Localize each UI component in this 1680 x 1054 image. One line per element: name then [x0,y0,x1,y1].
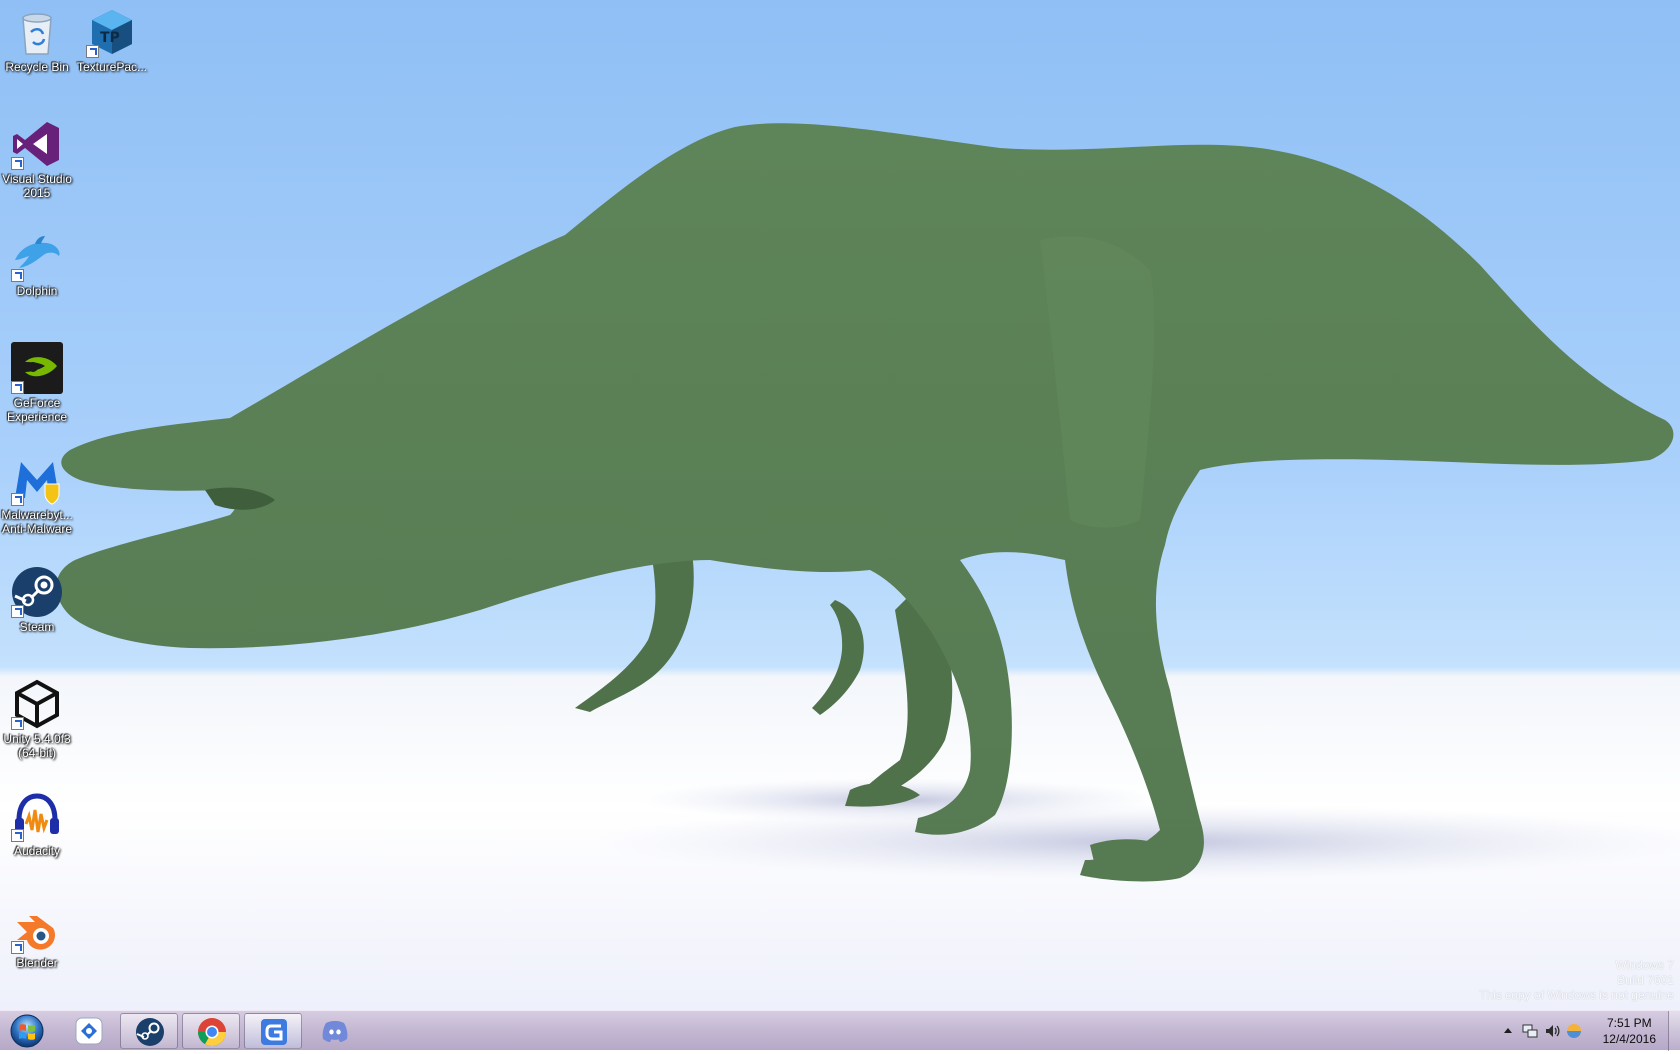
svg-text:TP: TP [100,30,120,46]
desktop-icon-blender[interactable]: Blender [0,902,74,970]
desktop-icon-visual-studio[interactable]: Visual Studio 2015 [0,118,74,200]
desktop-icon-label: Blender [16,956,58,970]
shortcut-arrow-icon [11,941,24,954]
desktop-icon-unity[interactable]: Unity 5.4.0f3 (64-bit) [0,678,74,760]
desktop-icon-audacity[interactable]: Audacity [0,790,74,858]
shortcut-arrow-icon [11,605,24,618]
shortcut-arrow-icon [11,269,24,282]
dinosaur-wallpaper [56,123,1680,882]
steam-icon [136,1018,164,1046]
desktop-icon-malwarebytes[interactable]: Malwarebyt... Anti-Malware [0,454,74,536]
flag-icon[interactable] [1566,1023,1582,1039]
taskbar-clock[interactable]: 7:51 PM 12/4/2016 [1603,1015,1656,1047]
shortcut-arrow-icon [11,381,24,394]
shortcut-arrow-icon [11,157,24,170]
volume-icon[interactable] [1544,1023,1560,1039]
desktop-icon-label: Visual Studio 2015 [2,172,72,200]
start-button[interactable] [4,1013,50,1049]
desktop[interactable]: Recycle Bin TP TexturePac... Visual Stud… [0,0,1680,1010]
desktop-icon-recycle-bin[interactable]: Recycle Bin [0,6,74,74]
watermark-os-name: Windows 7 [1615,958,1674,972]
taskbar[interactable]: 7:51 PM 12/4/2016 [0,1010,1680,1051]
desktop-icon-label: Malwarebyt... Anti-Malware [1,508,73,536]
watermark-genuine-notice: This copy of Windows is not genuine [1479,988,1674,1002]
clock-date: 12/4/2016 [1602,1032,1656,1046]
desktop-icon-label: TexturePac... [76,60,148,74]
taskbar-button-remote-desktop[interactable] [60,1013,118,1049]
recycle-bin-icon [22,13,52,55]
shortcut-arrow-icon [11,493,24,506]
taskbar-button-chrome[interactable] [182,1013,240,1049]
show-hidden-icons-icon[interactable] [1500,1023,1516,1039]
shortcut-arrow-icon [11,717,24,730]
system-tray: 7:51 PM 12/4/2016 [1490,1011,1680,1051]
desktop-icon-dolphin[interactable]: Dolphin [0,230,74,298]
remote-desktop-icon [75,1017,103,1045]
desktop-icon-label: Unity 5.4.0f3 (64-bit) [3,732,71,760]
discord-icon [322,1021,348,1042]
gamemaker-icon [261,1019,287,1045]
shortcut-arrow-icon [11,829,24,842]
windows-activation-watermark: Windows 7 Build 7601 This copy of Window… [1479,958,1674,1003]
desktop-icon-label: Dolphin [16,284,58,298]
desktop-icon-label: Steam [19,620,55,634]
shortcut-arrow-icon [86,45,99,58]
desktop-icon-texturepacker[interactable]: TP TexturePac... [75,6,149,74]
clock-time: 7:51 PM [1606,1016,1652,1030]
watermark-build: Build 7601 [1617,973,1674,987]
show-desktop-button[interactable] [1668,1011,1680,1051]
desktop-icon-geforce[interactable]: GeForce Experience [0,342,74,424]
desktop-icon-label: Recycle Bin [5,60,69,74]
desktop-icon-steam[interactable]: Steam [0,566,74,634]
taskbar-button-discord[interactable] [306,1013,364,1049]
taskbar-button-steam[interactable] [120,1013,178,1049]
chrome-icon [198,1018,226,1046]
desktop-icon-label: GeForce Experience [6,396,68,424]
desktop-icon-label: Audacity [13,844,61,858]
start-orb-icon [10,1014,44,1048]
taskbar-button-gamemaker[interactable] [244,1013,302,1049]
network-icon[interactable] [1522,1023,1538,1039]
